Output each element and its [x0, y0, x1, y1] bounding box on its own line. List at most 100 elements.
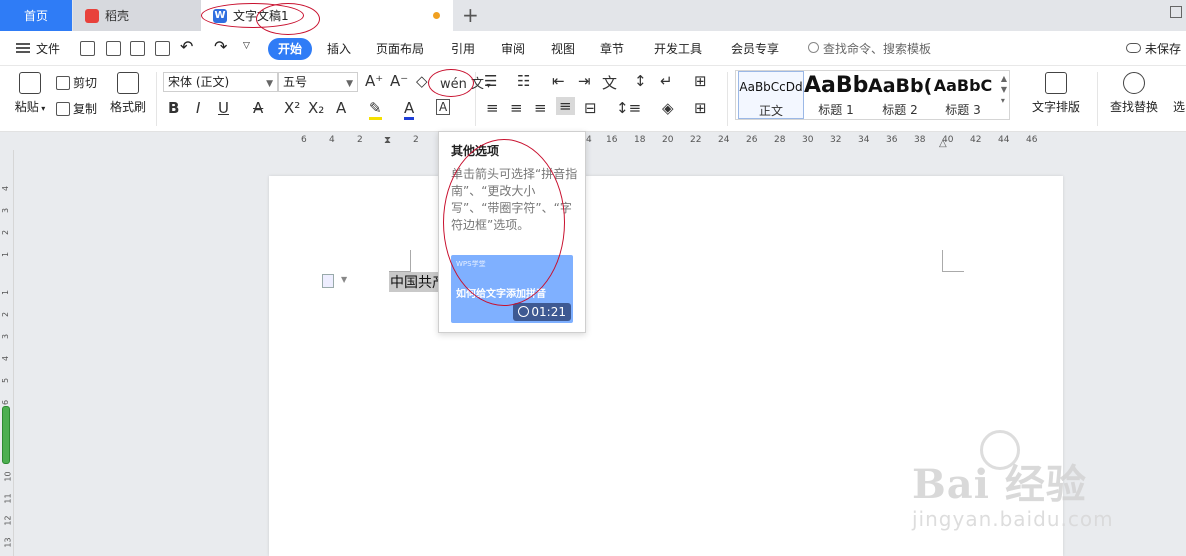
indent-marker-icon[interactable]: ⧗ — [384, 135, 391, 146]
paste-button[interactable]: 粘贴 ▾ — [12, 72, 48, 115]
highlight-icon[interactable]: ✎ — [369, 99, 382, 120]
menu-file[interactable]: 文件 — [36, 40, 60, 57]
video-duration-text: 01:21 — [531, 305, 566, 319]
shrink-font-icon[interactable]: A⁻ — [390, 72, 408, 90]
ruler-tick: 10 — [3, 471, 13, 482]
divider — [156, 72, 157, 126]
numbering-icon[interactable]: ☷ — [517, 72, 530, 90]
cut-label: 剪切 — [73, 76, 98, 90]
text-layout-button[interactable]: 文字排版 — [1025, 72, 1087, 115]
search-icon — [808, 42, 819, 53]
menu-developer[interactable]: 开发工具 — [654, 40, 702, 57]
copy-button[interactable]: 复制 — [56, 100, 103, 117]
vertical-ruler[interactable]: 4 3 2 1 1 2 3 4 5 6 10 11 12 13 — [0, 150, 14, 556]
menu-page-layout[interactable]: 页面布局 — [376, 40, 424, 57]
show-marks-icon[interactable]: ↵ — [660, 72, 673, 90]
horizontal-ruler[interactable]: 6 4 2 2 4 16 18 20 22 24 26 28 30 32 34 … — [0, 132, 1186, 150]
style-preview: AaBbC — [933, 76, 993, 95]
tab-ruler-icon[interactable]: ⊞ — [694, 72, 707, 90]
subscript-icon[interactable]: X₂ — [308, 99, 324, 117]
watermark-main: Bai 经验 — [912, 461, 1087, 508]
phonetic-guide-button[interactable]: wén 文 ▾ — [440, 73, 491, 92]
italic-icon[interactable]: I — [196, 99, 200, 117]
tooltip-title: 其他选项 — [451, 144, 500, 158]
decrease-indent-icon[interactable]: ⇤ — [552, 72, 565, 90]
char-shading-icon[interactable]: A — [436, 99, 451, 115]
tab-document[interactable]: W 文字文稿1 — [201, 0, 453, 31]
tab-docer[interactable]: 稻壳 — [73, 0, 201, 31]
style-heading-1[interactable]: AaBb 标题 1 — [804, 71, 868, 119]
strikethrough-icon[interactable]: A — [253, 99, 263, 117]
distributed-icon[interactable]: ⊟ — [584, 99, 597, 117]
sort-icon[interactable]: ↕ — [634, 72, 647, 90]
menu-view[interactable]: 视图 — [551, 40, 575, 57]
align-right-icon[interactable]: ≡ — [534, 99, 547, 117]
paragraph-handle-icon[interactable] — [322, 274, 334, 288]
customize-caret-icon[interactable]: ▽ — [243, 41, 250, 51]
format-painter-button[interactable]: 格式刷 — [108, 72, 148, 115]
borders-icon[interactable]: ⊞ — [694, 99, 707, 117]
tab-docer-label: 稻壳 — [105, 9, 130, 23]
vertical-ruler-handle[interactable] — [2, 406, 10, 464]
font-color-icon[interactable]: A — [404, 99, 415, 120]
margin-corner-mark — [942, 250, 964, 272]
grow-font-icon[interactable]: A⁺ — [365, 72, 383, 90]
shading-icon[interactable]: ◈ — [662, 99, 674, 117]
font-name-select[interactable]: 宋体 (正文) ▼ — [163, 72, 278, 92]
paragraph-handle-caret-icon[interactable]: ▼ — [341, 275, 347, 284]
menu-insert[interactable]: 插入 — [327, 40, 351, 57]
style-heading-2[interactable]: AaBb( 标题 2 — [868, 71, 932, 119]
menu-icon[interactable] — [16, 43, 30, 53]
text-effect-icon[interactable]: A — [336, 99, 346, 117]
ruler-tick: 36 — [886, 135, 898, 145]
print-preview-icon[interactable] — [155, 41, 170, 56]
styles-scroll-icon[interactable]: ▲ ▼ ▾ — [1001, 73, 1007, 106]
menu-review[interactable]: 审阅 — [501, 40, 525, 57]
command-search[interactable]: 查找命令、搜索模板 — [823, 40, 931, 57]
font-size-select[interactable]: 五号 ▼ — [278, 72, 358, 92]
print-icon[interactable] — [130, 41, 145, 56]
export-pdf-icon[interactable] — [106, 41, 121, 56]
tooltip-video-thumbnail[interactable]: WPS学堂 如何给文字添加拼音 01:21 — [451, 255, 573, 323]
new-tab-button[interactable]: + — [462, 4, 479, 26]
undo-icon[interactable]: ↶ — [180, 37, 193, 56]
style-preview: AaBb( — [868, 75, 932, 97]
ruler-tick: 32 — [830, 135, 842, 145]
style-heading-3[interactable]: AaBbC 标题 3 — [932, 71, 994, 119]
redo-icon[interactable]: ↷ — [214, 37, 227, 56]
line-spacing-icon[interactable]: ↕≡ — [616, 99, 641, 117]
ruler-tick: 12 — [3, 515, 13, 526]
justify-icon[interactable]: ≡ — [556, 97, 575, 115]
tab-home[interactable]: 首页 — [0, 0, 72, 31]
save-status[interactable]: 未保存 — [1145, 40, 1181, 57]
style-normal[interactable]: AaBbCcDd 正文 — [738, 71, 804, 119]
ruler-tick: 2 — [413, 135, 419, 145]
clear-format-icon[interactable]: ◇ — [416, 72, 428, 90]
divider — [727, 72, 728, 126]
increase-indent-icon[interactable]: ⇥ — [578, 72, 591, 90]
bold-icon[interactable]: B — [168, 99, 179, 117]
style-label: 标题 2 — [882, 103, 918, 117]
docer-icon — [85, 8, 99, 23]
select-button[interactable]: 选 — [1172, 98, 1186, 115]
cut-button[interactable]: 剪切 — [56, 74, 103, 91]
ruler-tick: 1 — [1, 251, 11, 258]
align-center-icon[interactable]: ≡ — [510, 99, 523, 117]
right-indent-marker-icon[interactable]: △ — [939, 138, 947, 149]
superscript-icon[interactable]: X² — [284, 99, 300, 117]
underline-icon[interactable]: U — [218, 99, 229, 117]
align-left-icon[interactable]: ≡ — [486, 99, 499, 117]
style-preview: AaBb — [804, 73, 868, 98]
video-title: 如何给文字添加拼音 — [456, 289, 546, 300]
font-name-value: 宋体 (正文) — [168, 75, 230, 89]
find-replace-button[interactable]: 查找替换 — [1103, 72, 1165, 115]
menu-section[interactable]: 章节 — [600, 40, 624, 57]
menu-reference[interactable]: 引用 — [451, 40, 475, 57]
window-restore-icon[interactable] — [1170, 6, 1182, 18]
menu-member[interactable]: 会员专享 — [731, 40, 779, 57]
save-icon[interactable] — [80, 41, 95, 56]
cloud-icon — [1126, 43, 1141, 53]
menu-start[interactable]: 开始 — [268, 38, 312, 60]
ruler-tick: 28 — [774, 135, 786, 145]
chinese-layout-icon[interactable]: 文 — [602, 72, 617, 93]
